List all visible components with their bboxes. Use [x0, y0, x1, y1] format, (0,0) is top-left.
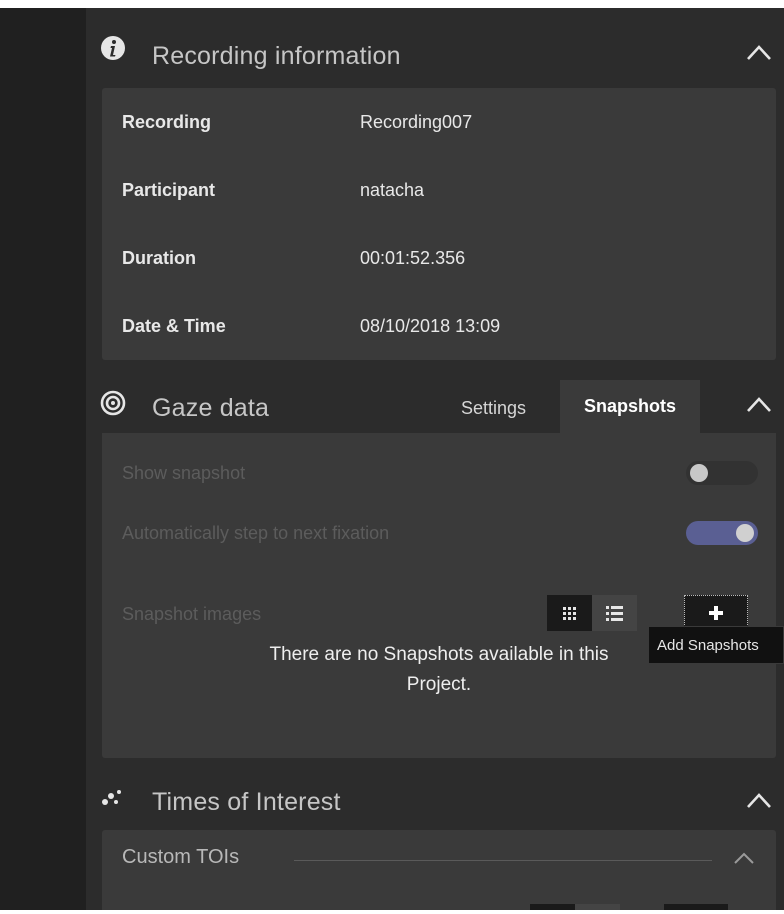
list-view-button[interactable] — [592, 595, 637, 631]
list-icon — [606, 606, 623, 621]
grid-view-button[interactable] — [530, 904, 575, 910]
info-value: 08/10/2018 13:09 — [360, 316, 501, 336]
bottom-window-strip — [0, 910, 784, 914]
top-window-strip — [0, 0, 784, 8]
times-of-interest-header[interactable]: Times of Interest — [86, 776, 784, 828]
recording-info-header[interactable]: Recording information — [86, 32, 784, 84]
auto-step-label: Automatically step to next fixation — [122, 523, 390, 543]
info-value: 00:01:52.356 — [360, 248, 466, 268]
gaze-data-card: Show snapshot Automatically step to next… — [102, 433, 776, 758]
collapse-chevron-icon[interactable] — [744, 392, 774, 416]
custom-tois-heading: Custom TOIs — [122, 846, 240, 868]
add-toi-button[interactable] — [664, 904, 728, 910]
list-icon — [575, 904, 620, 910]
collapse-chevron-icon[interactable] — [732, 850, 756, 866]
recording-panel: Recording information Recording Recordin… — [86, 8, 784, 910]
scatter-dots-icon — [102, 790, 121, 805]
collapse-chevron-icon[interactable] — [744, 788, 774, 812]
snapshot-images-label: Snapshot images — [122, 604, 262, 624]
add-snapshots-tooltip: Add Snapshots — [648, 626, 784, 664]
grid-view-button[interactable] — [547, 595, 592, 631]
plus-icon — [664, 904, 728, 910]
grid-icon — [530, 904, 575, 910]
divider — [294, 860, 712, 861]
empty-message-line2: Project. — [406, 674, 472, 695]
times-of-interest-title: Times of Interest — [152, 788, 341, 816]
info-value: Recording007 — [360, 112, 473, 132]
show-snapshot-label: Show snapshot — [122, 463, 246, 483]
view-mode-toggle[interactable] — [530, 904, 620, 910]
info-icon — [101, 36, 125, 60]
auto-step-toggle[interactable] — [686, 521, 758, 545]
plus-icon — [709, 606, 723, 620]
list-view-button[interactable] — [575, 904, 620, 910]
grid-icon — [563, 607, 576, 620]
info-value: natacha — [360, 180, 425, 200]
show-snapshot-toggle[interactable] — [686, 461, 758, 485]
gaze-data-header[interactable]: Gaze data Settings Snapshots — [86, 380, 784, 433]
gaze-target-icon — [100, 390, 126, 416]
recording-info-title: Recording information — [152, 42, 401, 70]
times-of-interest-card: Custom TOIs — [102, 830, 776, 910]
info-label: Date & Time — [122, 316, 226, 336]
collapse-chevron-icon[interactable] — [744, 40, 774, 64]
info-label: Duration — [122, 248, 196, 268]
info-label: Recording — [122, 112, 212, 132]
recording-info-card: Recording Recording007 Participant natac… — [102, 88, 776, 360]
view-mode-toggle[interactable] — [547, 595, 637, 631]
tab-snapshots[interactable]: Snapshots — [560, 380, 700, 433]
gaze-data-title: Gaze data — [152, 394, 270, 422]
left-sidebar — [0, 8, 86, 910]
tab-settings[interactable]: Settings — [461, 398, 526, 419]
info-label: Participant — [122, 180, 216, 200]
